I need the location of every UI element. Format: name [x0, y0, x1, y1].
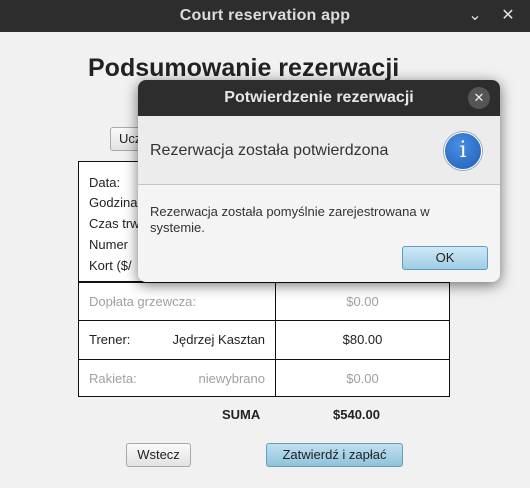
back-button[interactable]: Wstecz [126, 443, 191, 467]
dialog-message: Rezerwacja została pomyślnie zarejestrow… [150, 204, 430, 235]
trainer-name: Jędrzej Kasztan [172, 332, 266, 347]
dialog-header-text: Rezerwacja została potwierdzona [150, 142, 389, 159]
duration-label: Czas trw [89, 216, 140, 231]
heating-price: $0.00 [346, 294, 379, 309]
racket-label: Rakieta: [89, 371, 137, 386]
info-icon: i [444, 132, 482, 170]
trainer-price-cell: $80.00 [275, 320, 450, 360]
racket-price: $0.00 [346, 371, 379, 386]
close-icon[interactable]: ✕ [496, 4, 520, 28]
racket-price-cell: $0.00 [275, 359, 450, 397]
racket-value: niewybrano [198, 371, 266, 386]
court-label: Kort ($/ [89, 258, 132, 273]
window-title: Court reservation app [179, 7, 351, 24]
hour-label: Godzina [89, 195, 138, 210]
number-label: Numer [89, 237, 129, 252]
trainer-cell: Trener: Jędrzej Kasztan [78, 320, 276, 360]
total-label: SUMA [222, 407, 261, 422]
window-titlebar: Court reservation app ⌄ ✕ [0, 0, 530, 32]
confirmation-dialog: Potwierdzenie rezerwacji ✕ Rezerwacja zo… [138, 80, 500, 282]
dialog-header: Rezerwacja została potwierdzona i [138, 116, 500, 185]
dialog-title: Potwierdzenie rezerwacji [224, 89, 414, 106]
dialog-close-icon[interactable]: ✕ [468, 87, 490, 109]
page-title: Podsumowanie rezerwacji [88, 54, 400, 82]
trainer-price: $80.00 [342, 332, 383, 347]
heating-cell: Dopłata grzewcza: [78, 282, 276, 321]
dialog-titlebar: Potwierdzenie rezerwacji ✕ [138, 80, 500, 116]
trainer-label: Trener: [89, 332, 131, 347]
racket-cell: Rakieta: niewybrano [78, 359, 276, 397]
date-label: Data: [89, 175, 121, 190]
ok-button[interactable]: OK [402, 246, 488, 270]
heating-price-cell: $0.00 [275, 282, 450, 321]
confirm-and-pay-button[interactable]: Zatwierdź i zapłać [266, 443, 403, 467]
heating-label: Dopłata grzewcza: [89, 294, 196, 309]
minimize-icon[interactable]: ⌄ [463, 4, 487, 28]
total-value: $540.00 [333, 407, 380, 422]
